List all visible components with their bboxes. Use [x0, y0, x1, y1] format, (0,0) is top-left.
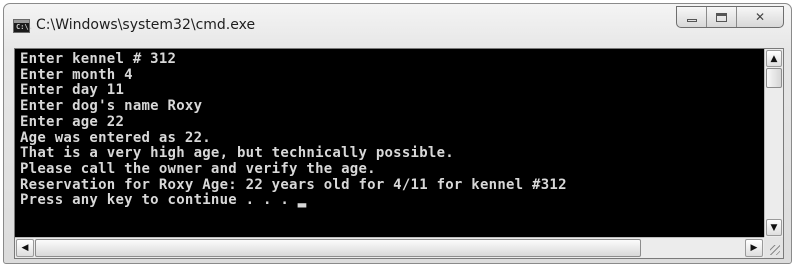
- close-button[interactable]: ✕: [737, 7, 783, 27]
- scroll-left-button[interactable]: ◀: [16, 239, 34, 257]
- vertical-scroll-thumb[interactable]: [766, 68, 782, 88]
- text-cursor: ▂: [297, 192, 307, 209]
- console-prompt-text: Press any key to continue . . .: [20, 192, 298, 209]
- horizontal-scrollbar[interactable]: ◀ ▶: [15, 237, 764, 258]
- resize-grip-icon[interactable]: [764, 237, 783, 258]
- scroll-right-button[interactable]: ▶: [745, 239, 763, 257]
- cmd-app-icon-label: C:\.: [16, 23, 33, 31]
- window-title: C:\Windows\system32\cmd.exe: [36, 17, 256, 33]
- console-prompt-line: Press any key to continue . . . ▂: [20, 192, 764, 209]
- horizontal-scroll-thumb[interactable]: [35, 239, 641, 257]
- cmd-window: C:\. C:\Windows\system32\cmd.exe ✕ Enter…: [3, 3, 792, 264]
- down-arrow-icon: ▼: [770, 222, 778, 233]
- minimize-button[interactable]: [677, 7, 707, 27]
- cmd-app-icon[interactable]: C:\.: [13, 19, 33, 33]
- console-line: Enter age 22: [20, 113, 125, 130]
- minimize-icon: [686, 18, 697, 22]
- close-icon: ✕: [754, 10, 766, 24]
- console-line: Enter dog's name Roxy: [20, 98, 203, 115]
- scroll-up-button[interactable]: ▲: [766, 50, 782, 67]
- maximize-button[interactable]: [707, 7, 737, 27]
- caption-buttons: ✕: [676, 6, 784, 28]
- up-arrow-icon: ▲: [770, 53, 778, 64]
- vertical-scrollbar[interactable]: ▲ ▼: [764, 49, 783, 237]
- console-line: Age was entered as 22.: [20, 129, 211, 146]
- scroll-down-button[interactable]: ▼: [766, 219, 782, 236]
- right-arrow-icon: ▶: [750, 243, 758, 253]
- title-bar[interactable]: C:\. C:\Windows\system32\cmd.exe ✕: [4, 4, 791, 48]
- console-line: Enter kennel # 312: [20, 51, 177, 67]
- console-line: That is a very high age, but technically…: [20, 145, 454, 162]
- console-output[interactable]: Enter kennel # 312 Enter month 4 Enter d…: [15, 49, 764, 237]
- left-arrow-icon: ◀: [21, 243, 29, 253]
- console-line: Please call the owner and verify the age…: [20, 160, 376, 177]
- console-frame: Enter kennel # 312 Enter month 4 Enter d…: [14, 48, 784, 259]
- console-line: Reservation for Roxy Age: 22 years old f…: [20, 176, 567, 193]
- console-line: Enter month 4: [20, 66, 133, 83]
- maximize-icon: [716, 12, 727, 22]
- console-line: Enter day 11: [20, 82, 125, 99]
